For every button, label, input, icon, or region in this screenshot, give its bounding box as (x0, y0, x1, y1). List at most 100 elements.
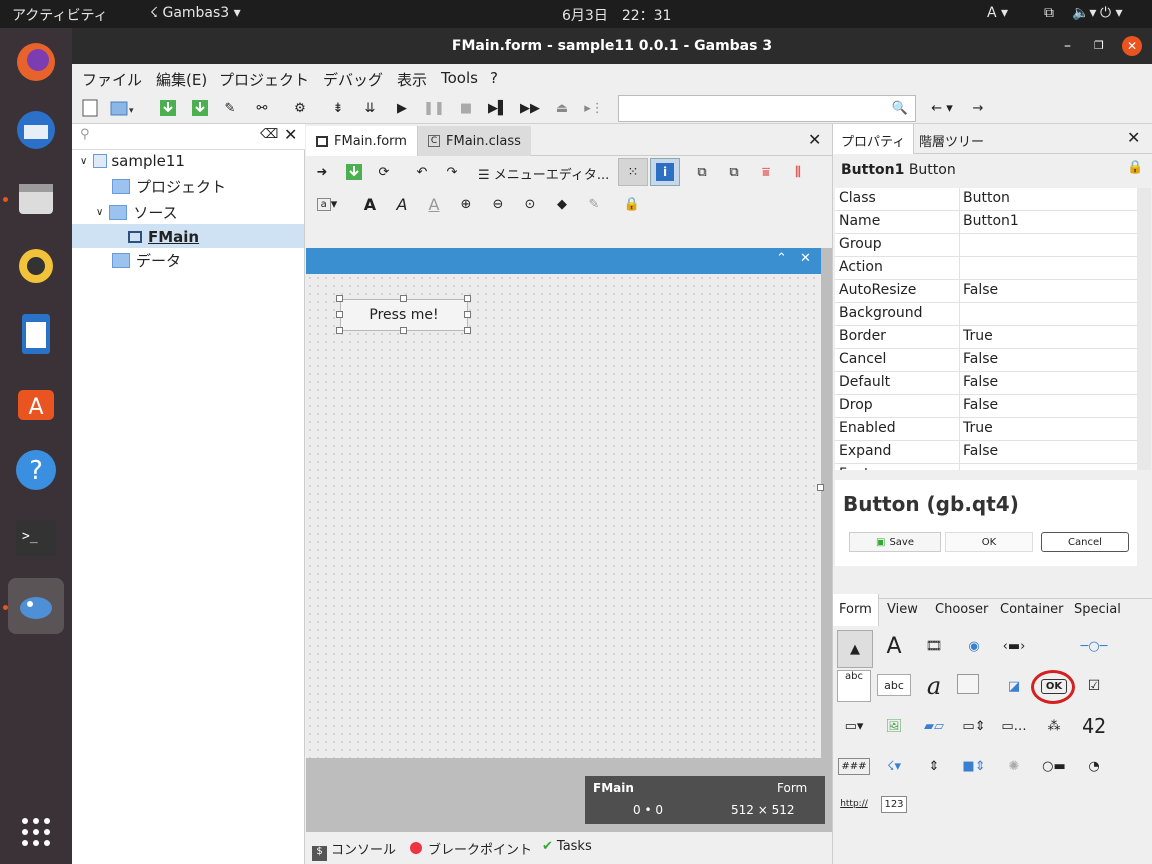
bring-front-icon[interactable]: ⧉ (690, 160, 714, 184)
menu-file[interactable]: ファイル (82, 69, 142, 90)
underline-font-icon[interactable]: A (422, 192, 446, 216)
tab-hierarchy[interactable]: 階層ツリー (919, 131, 984, 150)
tree-item-fmain[interactable]: FMain (128, 228, 199, 246)
compile-icon[interactable]: ⇟ (326, 96, 350, 120)
maximize-icon[interactable]: ❐ (1094, 28, 1104, 64)
minimize-icon[interactable]: – (1064, 28, 1071, 64)
reload-icon[interactable]: ⟳ (372, 160, 396, 184)
tree-item-data[interactable]: データ (112, 250, 181, 271)
breakpoints-tab[interactable]: ブレークポイント (410, 839, 532, 858)
help-icon[interactable]: ? (8, 442, 64, 498)
buttonbox-tool-icon[interactable]: ▭… (997, 710, 1031, 742)
panel-tool-icon[interactable] (957, 674, 979, 694)
property-scrollbar[interactable] (1137, 188, 1151, 470)
edit-icon[interactable]: ✎ (218, 96, 242, 120)
tree-item-source[interactable]: ∨ ソース (96, 202, 178, 223)
spinner-tool-icon[interactable]: ✺ (997, 750, 1031, 782)
thunderbird-icon[interactable] (8, 102, 64, 158)
forward-nav-icon[interactable]: → (966, 96, 990, 120)
valuebox-tool-icon[interactable]: 123 (877, 788, 911, 820)
toolbox-tab-special[interactable]: Special (1074, 602, 1121, 617)
bold-font-icon[interactable]: A (358, 192, 382, 216)
checkbox-tool-icon[interactable]: ☑ (1077, 670, 1111, 702)
files-icon[interactable] (8, 170, 64, 226)
property-row[interactable]: Group (835, 234, 1137, 257)
label-tool-icon[interactable]: A (877, 630, 911, 662)
text-style-dropdown[interactable]: a ▾ (310, 192, 344, 216)
clock[interactable]: 6月3日 22：31 (562, 5, 671, 25)
align-vertical-icon[interactable]: ⩸ (754, 160, 778, 184)
italic-font-icon[interactable]: A (390, 192, 414, 216)
save-all-icon[interactable] (188, 96, 212, 120)
gambas-dock-icon[interactable] (8, 578, 64, 634)
software-icon[interactable]: A (8, 374, 64, 430)
menu-view[interactable]: 表示 (397, 69, 427, 90)
menu-debug[interactable]: デバッグ (323, 69, 383, 90)
colorchooser-tool-icon[interactable]: ■⇕ (957, 750, 991, 782)
zoom-reset-icon[interactable]: ⊙ (518, 192, 542, 216)
resize-handle[interactable] (464, 311, 471, 318)
lcdlabel-tool-icon[interactable]: 42 (1077, 710, 1111, 742)
property-row[interactable]: Class Button (835, 188, 1137, 211)
lock-icon[interactable]: 🔒 (620, 192, 644, 216)
spinslider-tool-icon[interactable]: ⇕ (917, 750, 951, 782)
arrow-right-icon[interactable]: ➜ (310, 160, 334, 184)
properties-icon[interactable]: ⚯ (250, 96, 274, 120)
undo-icon[interactable]: ↶ (410, 160, 434, 184)
slider-tool-icon[interactable]: ─○─ (1077, 630, 1111, 662)
pencil-icon[interactable]: ✎ (582, 192, 606, 216)
activities-button[interactable]: アクティビティ (12, 5, 108, 25)
property-row[interactable]: Expand False (835, 441, 1137, 464)
rhythmbox-icon[interactable] (8, 238, 64, 294)
settings-icon[interactable]: ⚙ (288, 96, 312, 120)
open-project-icon[interactable]: ▾ (110, 96, 134, 120)
property-row[interactable]: Name Button1 (835, 211, 1137, 234)
property-row[interactable]: Action (835, 257, 1137, 280)
close-panel-icon[interactable]: ✕ (1127, 128, 1140, 147)
close-window-icon[interactable]: ✕ (1122, 36, 1142, 56)
tree-filter-input[interactable]: ⚲ ⌫ ✕ (72, 124, 305, 150)
menu-edit[interactable]: 編集(E) (156, 69, 207, 90)
menu-editor-button[interactable]: ☰ メニューエディタ... (478, 164, 609, 183)
property-row[interactable]: AutoResize False (835, 280, 1137, 303)
property-value[interactable]: Button1 (963, 213, 1019, 229)
input-method[interactable]: A ▾ (987, 5, 1008, 21)
property-value[interactable]: True (963, 420, 993, 436)
property-row[interactable]: Cancel False (835, 349, 1137, 372)
picturebox-tool-icon[interactable]: ◪ (997, 670, 1031, 702)
resize-handle[interactable] (336, 327, 343, 334)
paint-icon[interactable]: ◆ (550, 192, 574, 216)
close-tree-icon[interactable]: ✕ (284, 125, 297, 144)
property-row[interactable]: Drop False (835, 395, 1137, 418)
zoom-out-icon[interactable]: ⊖ (486, 192, 510, 216)
property-row[interactable]: Border True (835, 326, 1137, 349)
save-icon[interactable] (156, 96, 180, 120)
toolbox-tab-form[interactable]: Form (833, 594, 879, 626)
property-value[interactable]: True (963, 328, 993, 344)
clear-filter-icon[interactable]: ⌫ (260, 127, 278, 142)
toolbox-tab-chooser[interactable]: Chooser (935, 602, 988, 617)
forward-icon[interactable]: ▶▶ (518, 96, 542, 120)
app-grid-icon[interactable] (8, 804, 64, 860)
form-close-icon[interactable]: ✕ (800, 251, 811, 266)
tasks-tab[interactable]: ✔ Tasks (542, 839, 592, 854)
compile-all-icon[interactable]: ⇊ (358, 96, 382, 120)
image-tool-icon[interactable]: 🖼 (877, 710, 911, 742)
zoom-in-icon[interactable]: ⊕ (454, 192, 478, 216)
property-value[interactable]: False (963, 351, 998, 367)
menu-tools[interactable]: Tools (441, 69, 478, 87)
grid-icon[interactable]: ⁙ (618, 158, 648, 186)
spinbox-tool-icon[interactable]: ▭⇕ (957, 710, 991, 742)
form-resize-handle[interactable] (817, 484, 824, 491)
resize-handle[interactable] (464, 295, 471, 302)
urllabel-tool-icon[interactable]: http:// (837, 788, 871, 820)
resize-handle[interactable] (400, 295, 407, 302)
property-value[interactable]: False (963, 374, 998, 390)
textbox-tool-icon[interactable]: abc (877, 674, 911, 696)
lock-property-icon[interactable]: 🔒 (1127, 160, 1143, 175)
toolbox-tab-view[interactable]: View (887, 602, 918, 617)
search-icon[interactable]: 🔍 (888, 96, 912, 120)
iconcombo-tool-icon[interactable]: ☇▾ (877, 750, 911, 782)
textarea-tool-icon[interactable]: abc (837, 670, 871, 702)
stop-icon[interactable]: ■ (454, 96, 478, 120)
